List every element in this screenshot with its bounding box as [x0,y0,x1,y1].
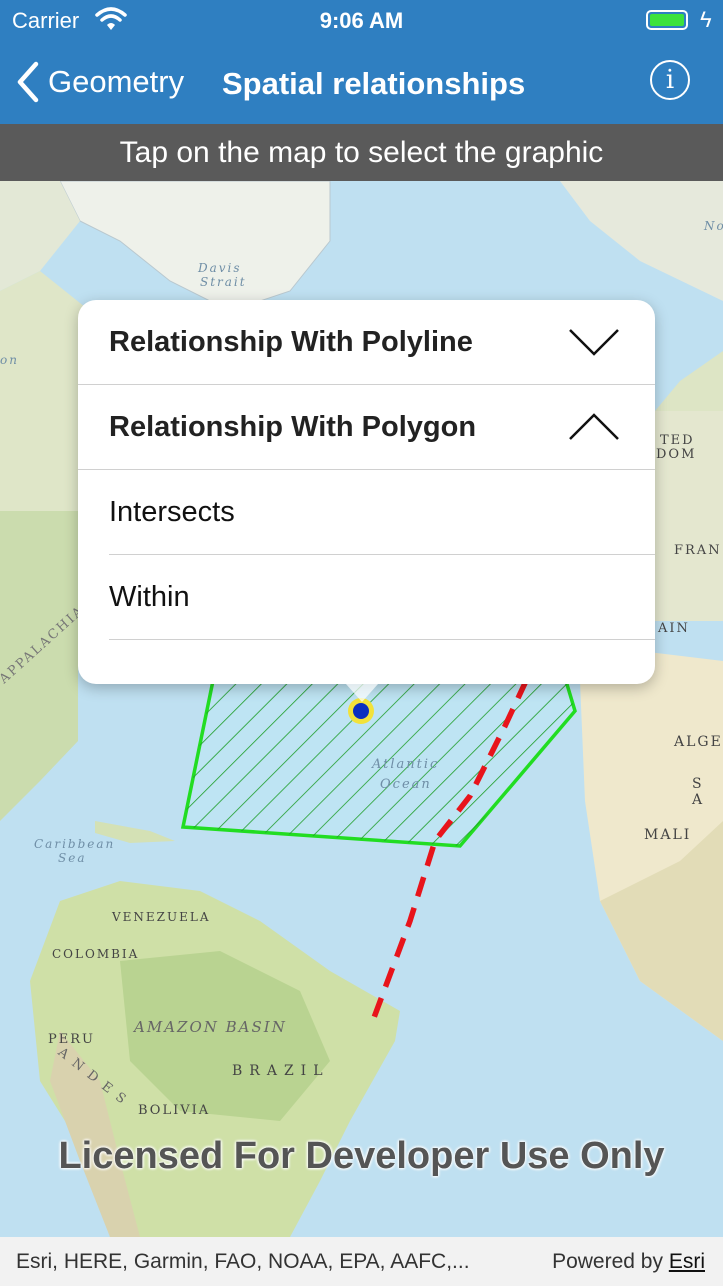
instruction-banner: Tap on the map to select the graphic [0,124,723,181]
powered-by-label: Powered by [552,1250,663,1273]
attribution-text[interactable]: Esri, HERE, Garmin, FAO, NOAA, EPA, AAFC… [16,1250,470,1274]
back-button[interactable]: Geometry [14,60,184,104]
map-label-davis-strait-2: Strait [200,275,247,289]
map-label-caribbean: Caribbean [34,837,116,851]
map-label-uk-2: DOM [656,447,697,462]
map-label-davis-strait: Davis [198,261,242,275]
map-label-edge-no: No [704,219,723,233]
relationship-item-label: Within [109,581,190,613]
relationship-item-within[interactable]: Within [109,555,655,640]
bolt-icon: ϟ [700,7,712,32]
map-label-caribbean-sea: Sea [58,851,87,865]
relationship-item-label: Intersects [109,496,235,528]
map-label-france: FRAN [674,543,722,558]
map-label-venezuela: VENEZUELA [112,910,211,924]
info-icon[interactable]: i [650,60,690,100]
map-label-atlantic: Atlantic [372,757,440,772]
chevron-up-icon [569,413,619,440]
status-bar: Carrier 9:06 AM ϟ [0,0,723,40]
popover-arrow [346,684,378,702]
esri-link[interactable]: Esri [669,1250,705,1273]
map-label-colombia: COLOMBIA [52,947,140,961]
attribution-bar: Esri, HERE, Garmin, FAO, NOAA, EPA, AAFC… [0,1237,723,1286]
relationship-item-intersects[interactable]: Intersects [109,470,655,555]
chevron-left-icon [17,61,39,103]
map-label-amazon-basin: AMAZON BASIN [134,1018,287,1036]
section-polyline-label: Relationship With Polyline [109,326,473,358]
clock: 9:06 AM [319,8,404,33]
battery-icon [646,10,688,30]
point-graphic[interactable] [353,703,369,719]
map-label-peru: PERU [48,1032,95,1047]
map-label-bolivia: BOLIVIA [138,1103,211,1118]
navigation-bar: Geometry Spatial relationships i [0,40,723,124]
powered-by: Powered by Esri [552,1250,705,1274]
map-label-spain: AIN [658,621,690,636]
map-label-ocean: Ocean [380,777,432,792]
chevron-down-icon [569,329,619,356]
license-watermark: Licensed For Developer Use Only [58,1135,665,1177]
page-title: Spatial relationships [222,66,526,101]
map-label-mali: MALI [644,827,692,843]
map-label-algeria: ALGER [674,734,723,750]
map-label-edge-on: on [0,353,19,367]
section-polyline[interactable]: Relationship With Polyline [78,300,655,385]
map-label-brazil: BRAZIL [232,1063,330,1079]
section-polygon-label: Relationship With Polygon [109,411,477,443]
map-label-uk: TED [660,433,695,448]
map-label-sahara: S A [692,776,713,808]
back-label: Geometry [48,64,185,99]
relationships-panel: Relationship With Polyline Relationship … [78,300,655,684]
section-polygon[interactable]: Relationship With Polygon [78,385,655,470]
